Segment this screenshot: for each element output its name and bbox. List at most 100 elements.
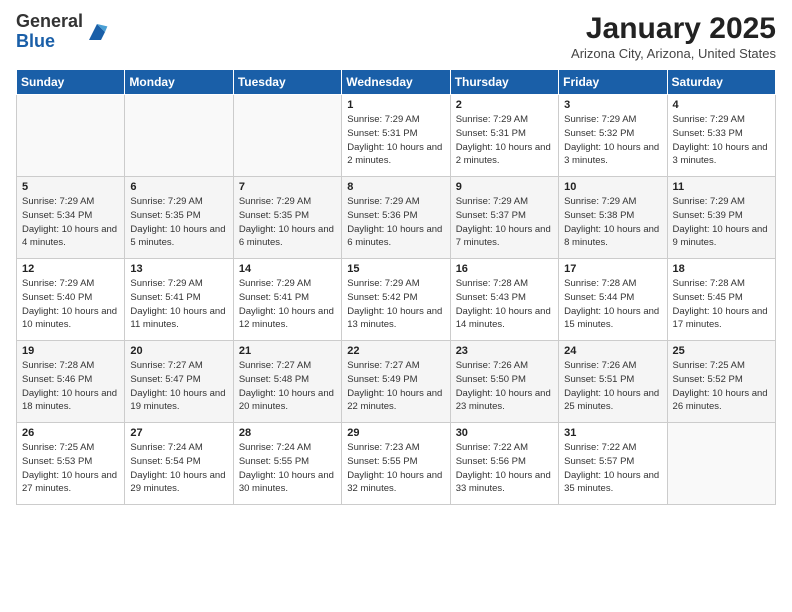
daylight-text: Daylight: 10 hours and 13 minutes. (347, 306, 442, 331)
day-info: Sunrise: 7:28 AM Sunset: 5:45 PM Dayligh… (673, 277, 770, 332)
cell-week3-day1: 13 Sunrise: 7:29 AM Sunset: 5:41 PM Dayl… (125, 259, 233, 341)
daylight-text: Daylight: 10 hours and 19 minutes. (130, 388, 225, 413)
day-info: Sunrise: 7:29 AM Sunset: 5:33 PM Dayligh… (673, 113, 770, 168)
header-thursday: Thursday (450, 70, 558, 95)
daylight-text: Daylight: 10 hours and 10 minutes. (22, 306, 117, 331)
sunrise-text: Sunrise: 7:24 AM (130, 442, 202, 453)
logo-general: General (16, 11, 83, 31)
sunrise-text: Sunrise: 7:26 AM (564, 360, 636, 371)
sunrise-text: Sunrise: 7:29 AM (347, 278, 419, 289)
daylight-text: Daylight: 10 hours and 2 minutes. (456, 142, 551, 167)
logo-icon (85, 20, 109, 44)
day-number: 21 (239, 345, 336, 357)
sunset-text: Sunset: 5:35 PM (130, 210, 200, 221)
header-monday: Monday (125, 70, 233, 95)
day-number: 13 (130, 263, 227, 275)
day-number: 19 (22, 345, 119, 357)
day-info: Sunrise: 7:26 AM Sunset: 5:51 PM Dayligh… (564, 359, 661, 414)
cell-week3-day5: 17 Sunrise: 7:28 AM Sunset: 5:44 PM Dayl… (559, 259, 667, 341)
day-number: 1 (347, 99, 444, 111)
sunset-text: Sunset: 5:49 PM (347, 374, 417, 385)
sunrise-text: Sunrise: 7:27 AM (239, 360, 311, 371)
day-info: Sunrise: 7:26 AM Sunset: 5:50 PM Dayligh… (456, 359, 553, 414)
sunset-text: Sunset: 5:34 PM (22, 210, 92, 221)
daylight-text: Daylight: 10 hours and 30 minutes. (239, 470, 334, 495)
daylight-text: Daylight: 10 hours and 27 minutes. (22, 470, 117, 495)
sunset-text: Sunset: 5:57 PM (564, 456, 634, 467)
cell-week4-day1: 20 Sunrise: 7:27 AM Sunset: 5:47 PM Dayl… (125, 341, 233, 423)
sunrise-text: Sunrise: 7:29 AM (22, 196, 94, 207)
cell-week1-day4: 2 Sunrise: 7:29 AM Sunset: 5:31 PM Dayli… (450, 95, 558, 177)
day-number: 27 (130, 427, 227, 439)
day-number: 7 (239, 181, 336, 193)
daylight-text: Daylight: 10 hours and 29 minutes. (130, 470, 225, 495)
day-info: Sunrise: 7:27 AM Sunset: 5:49 PM Dayligh… (347, 359, 444, 414)
cell-week1-day5: 3 Sunrise: 7:29 AM Sunset: 5:32 PM Dayli… (559, 95, 667, 177)
sunset-text: Sunset: 5:40 PM (22, 292, 92, 303)
cell-week4-day3: 22 Sunrise: 7:27 AM Sunset: 5:49 PM Dayl… (342, 341, 450, 423)
sunrise-text: Sunrise: 7:29 AM (130, 278, 202, 289)
daylight-text: Daylight: 10 hours and 5 minutes. (130, 224, 225, 249)
cell-week1-day2 (233, 95, 341, 177)
cell-week2-day0: 5 Sunrise: 7:29 AM Sunset: 5:34 PM Dayli… (17, 177, 125, 259)
cell-week2-day6: 11 Sunrise: 7:29 AM Sunset: 5:39 PM Dayl… (667, 177, 775, 259)
sunset-text: Sunset: 5:50 PM (456, 374, 526, 385)
day-number: 2 (456, 99, 553, 111)
cell-week5-day5: 31 Sunrise: 7:22 AM Sunset: 5:57 PM Dayl… (559, 423, 667, 505)
daylight-text: Daylight: 10 hours and 25 minutes. (564, 388, 659, 413)
daylight-text: Daylight: 10 hours and 6 minutes. (239, 224, 334, 249)
cell-week4-day2: 21 Sunrise: 7:27 AM Sunset: 5:48 PM Dayl… (233, 341, 341, 423)
sunrise-text: Sunrise: 7:28 AM (564, 278, 636, 289)
sunset-text: Sunset: 5:35 PM (239, 210, 309, 221)
sunset-text: Sunset: 5:39 PM (673, 210, 743, 221)
daylight-text: Daylight: 10 hours and 8 minutes. (564, 224, 659, 249)
day-number: 12 (22, 263, 119, 275)
day-info: Sunrise: 7:25 AM Sunset: 5:52 PM Dayligh… (673, 359, 770, 414)
daylight-text: Daylight: 10 hours and 14 minutes. (456, 306, 551, 331)
day-info: Sunrise: 7:27 AM Sunset: 5:48 PM Dayligh… (239, 359, 336, 414)
daylight-text: Daylight: 10 hours and 35 minutes. (564, 470, 659, 495)
logo: General Blue (16, 12, 109, 52)
daylight-text: Daylight: 10 hours and 6 minutes. (347, 224, 442, 249)
cell-week2-day1: 6 Sunrise: 7:29 AM Sunset: 5:35 PM Dayli… (125, 177, 233, 259)
sunset-text: Sunset: 5:41 PM (239, 292, 309, 303)
day-number: 16 (456, 263, 553, 275)
title-block: January 2025 Arizona City, Arizona, Unit… (571, 12, 776, 61)
sunrise-text: Sunrise: 7:25 AM (22, 442, 94, 453)
sunrise-text: Sunrise: 7:26 AM (456, 360, 528, 371)
daylight-text: Daylight: 10 hours and 32 minutes. (347, 470, 442, 495)
cell-week4-day4: 23 Sunrise: 7:26 AM Sunset: 5:50 PM Dayl… (450, 341, 558, 423)
cell-week1-day6: 4 Sunrise: 7:29 AM Sunset: 5:33 PM Dayli… (667, 95, 775, 177)
daylight-text: Daylight: 10 hours and 2 minutes. (347, 142, 442, 167)
daylight-text: Daylight: 10 hours and 33 minutes. (456, 470, 551, 495)
day-info: Sunrise: 7:22 AM Sunset: 5:56 PM Dayligh… (456, 441, 553, 496)
sunset-text: Sunset: 5:55 PM (347, 456, 417, 467)
day-info: Sunrise: 7:24 AM Sunset: 5:55 PM Dayligh… (239, 441, 336, 496)
sunset-text: Sunset: 5:38 PM (564, 210, 634, 221)
day-info: Sunrise: 7:29 AM Sunset: 5:32 PM Dayligh… (564, 113, 661, 168)
week-row-4: 19 Sunrise: 7:28 AM Sunset: 5:46 PM Dayl… (17, 341, 776, 423)
day-info: Sunrise: 7:23 AM Sunset: 5:55 PM Dayligh… (347, 441, 444, 496)
day-info: Sunrise: 7:29 AM Sunset: 5:41 PM Dayligh… (239, 277, 336, 332)
cell-week3-day3: 15 Sunrise: 7:29 AM Sunset: 5:42 PM Dayl… (342, 259, 450, 341)
daylight-text: Daylight: 10 hours and 3 minutes. (673, 142, 768, 167)
day-info: Sunrise: 7:29 AM Sunset: 5:34 PM Dayligh… (22, 195, 119, 250)
daylight-text: Daylight: 10 hours and 4 minutes. (22, 224, 117, 249)
cell-week5-day6 (667, 423, 775, 505)
daylight-text: Daylight: 10 hours and 18 minutes. (22, 388, 117, 413)
daylight-text: Daylight: 10 hours and 12 minutes. (239, 306, 334, 331)
cell-week5-day1: 27 Sunrise: 7:24 AM Sunset: 5:54 PM Dayl… (125, 423, 233, 505)
sunset-text: Sunset: 5:51 PM (564, 374, 634, 385)
cell-week5-day0: 26 Sunrise: 7:25 AM Sunset: 5:53 PM Dayl… (17, 423, 125, 505)
calendar-subtitle: Arizona City, Arizona, United States (571, 46, 776, 61)
day-info: Sunrise: 7:25 AM Sunset: 5:53 PM Dayligh… (22, 441, 119, 496)
day-number: 15 (347, 263, 444, 275)
day-number: 8 (347, 181, 444, 193)
cell-week5-day4: 30 Sunrise: 7:22 AM Sunset: 5:56 PM Dayl… (450, 423, 558, 505)
day-number: 30 (456, 427, 553, 439)
cell-week1-day0 (17, 95, 125, 177)
day-info: Sunrise: 7:28 AM Sunset: 5:46 PM Dayligh… (22, 359, 119, 414)
sunrise-text: Sunrise: 7:22 AM (456, 442, 528, 453)
week-row-5: 26 Sunrise: 7:25 AM Sunset: 5:53 PM Dayl… (17, 423, 776, 505)
sunset-text: Sunset: 5:42 PM (347, 292, 417, 303)
